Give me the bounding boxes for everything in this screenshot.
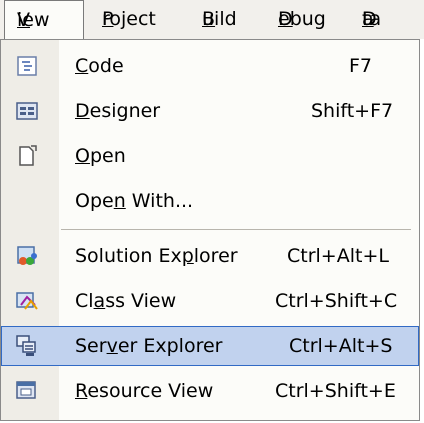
menu-item-label: Open xyxy=(75,145,126,167)
menu-item-designer[interactable]: Designer Shift+F7 xyxy=(1,91,419,131)
class-view-icon xyxy=(16,292,38,310)
resource-view-icon xyxy=(16,381,36,399)
designer-icon xyxy=(16,102,38,120)
menu-item-class-view[interactable]: Class View Ctrl+Shift+C xyxy=(1,281,419,321)
menu-debug[interactable]: Debug xyxy=(278,0,348,39)
shortcut-label: Ctrl+Alt+L xyxy=(287,245,389,267)
menu-item-label: Designer xyxy=(75,100,161,122)
shortcut-label: F7 xyxy=(349,55,373,77)
code-icon xyxy=(17,56,37,76)
menu-item-open-with[interactable]: Open With... xyxy=(1,181,419,221)
menu-data[interactable]: Da ta xyxy=(362,0,422,39)
menu-build-label: uild xyxy=(202,8,237,30)
server-explorer-icon xyxy=(16,335,36,356)
menu-view[interactable]: View xyxy=(4,0,84,39)
menu-item-label: Code xyxy=(75,55,124,77)
open-icon xyxy=(19,145,37,166)
menu-view-label: iew xyxy=(17,9,50,31)
menu-item-server-explorer[interactable]: Server Explorer Ctrl+Alt+S xyxy=(1,326,419,366)
menu-item-solution-explorer[interactable]: Solution Explorer Ctrl+Alt+L xyxy=(1,236,419,276)
menu-build[interactable]: Build xyxy=(202,0,262,39)
menu-item-label: Server Explorer xyxy=(75,335,223,357)
shortcut-label: Shift+F7 xyxy=(311,100,394,122)
shortcut-label: Ctrl+Shift+E xyxy=(275,380,396,402)
menu-item-code[interactable]: Code F7 xyxy=(1,46,419,86)
shortcut-label: Ctrl+Alt+S xyxy=(289,335,393,357)
menu-project[interactable]: Project xyxy=(102,0,182,39)
solution-explorer-icon xyxy=(17,246,37,265)
menu-bar: View Project Build Debug Da ta xyxy=(0,0,424,39)
menu-debug-label: ebug xyxy=(278,8,326,30)
menu-item-open[interactable]: Open xyxy=(1,136,419,176)
menu-item-label: Class View xyxy=(75,290,177,312)
view-menu-dropdown: Code F7 Designer Shift+F7 Open Open With… xyxy=(0,39,420,421)
menu-item-label: Solution Explorer xyxy=(75,245,238,267)
menu-separator xyxy=(61,229,411,230)
menu-data-label: ta xyxy=(362,8,382,30)
shortcut-label: Ctrl+Shift+C xyxy=(275,290,398,312)
menu-item-label: Open With... xyxy=(75,190,194,212)
menu-item-resource-view[interactable]: Resource View Ctrl+Shift+E xyxy=(1,371,419,411)
menu-item-label: Resource View xyxy=(75,380,214,402)
menu-project-label: roject xyxy=(102,8,156,30)
